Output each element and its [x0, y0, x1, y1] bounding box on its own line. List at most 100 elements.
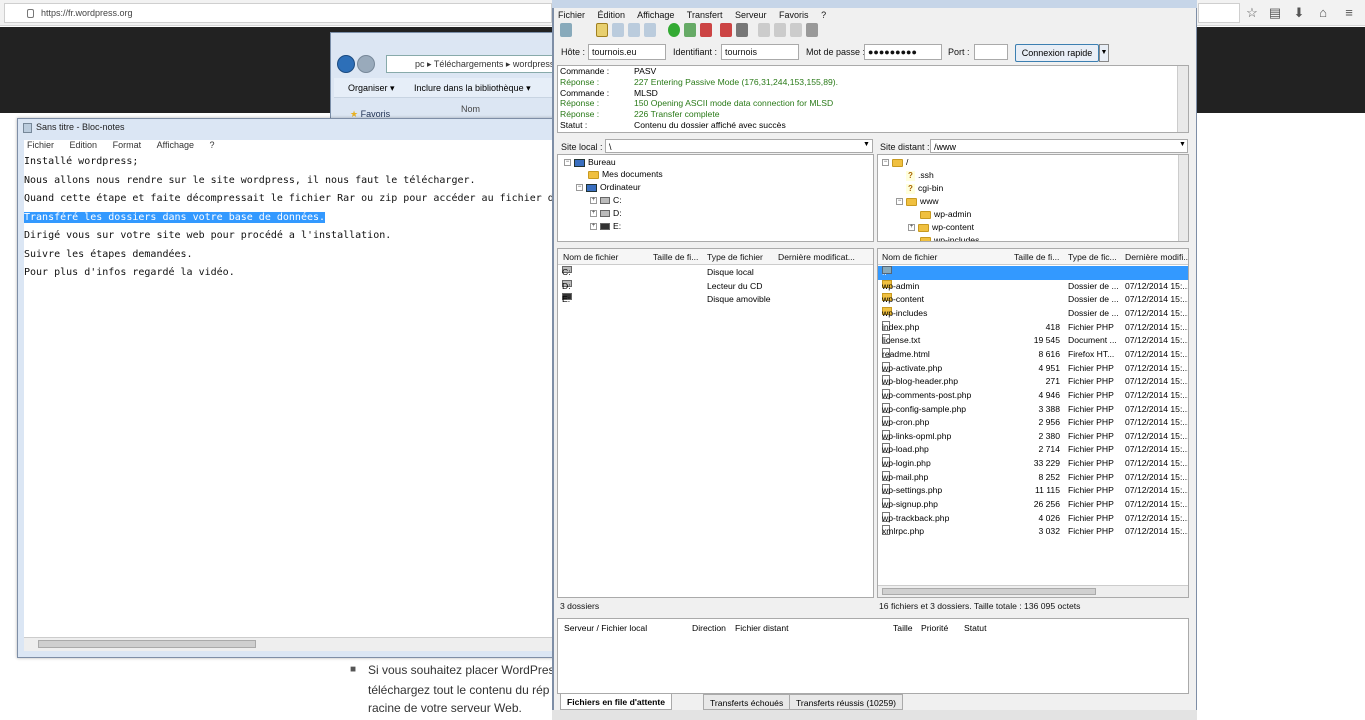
sync-browse-icon[interactable]: [790, 23, 802, 37]
list-item[interactable]: readme.html 8 616 Firefox HT... 07/12/2014 …: [878, 347, 1188, 362]
fz-menu-affichage[interactable]: Affichage: [637, 10, 674, 20]
scroll-thumb[interactable]: [882, 588, 1096, 595]
col-type[interactable]: Type de fic...: [1068, 252, 1117, 262]
reconnect-icon[interactable]: [736, 23, 748, 37]
notepad-text-area[interactable]: Installé wordpress; Nous allons nous ren…: [24, 153, 554, 637]
list-item[interactable]: wp-admin Dossier de ... 07/12/2014 15:...: [878, 279, 1188, 294]
chevron-down-icon[interactable]: ▼: [863, 141, 870, 148]
explorer-breadcrumb[interactable]: pc ▸ Téléchargements ▸ wordpress: [386, 55, 556, 73]
disconnect-icon[interactable]: [720, 23, 732, 37]
list-item[interactable]: wp-signup.php 26 256 Fichier PHP 07/12/2014…: [878, 498, 1188, 512]
list-item[interactable]: wp-includes Dossier de ... 07/12/2014 15:.…: [878, 306, 1188, 321]
list-item[interactable]: wp-content Dossier de ... 07/12/2014 15:..…: [878, 293, 1188, 307]
user-input[interactable]: tournois: [721, 44, 799, 60]
list-item[interactable]: E: Disque amovible: [558, 293, 873, 307]
col-filename[interactable]: Nom de fichier: [563, 252, 618, 262]
list-item[interactable]: wp-settings.php 11 115 Fichier PHP 07/12/20…: [878, 484, 1188, 498]
fz-menu-edition[interactable]: Édition: [598, 10, 626, 20]
queue-col-direction[interactable]: Direction: [692, 623, 726, 633]
list-item[interactable]: wp-cron.php 2 956 Fichier PHP 07/12/2014 15…: [878, 416, 1188, 430]
tree-node-documents[interactable]: Mes documents: [588, 168, 663, 180]
col-filename[interactable]: Nom de fichier: [882, 252, 937, 262]
tree-node-wp-admin[interactable]: wp-admin: [920, 208, 971, 220]
notepad-horizontal-scrollbar[interactable]: [24, 637, 554, 651]
queue-col-priority[interactable]: Priorité: [921, 623, 948, 633]
log-scrollbar[interactable]: [1177, 66, 1188, 132]
tree-node-e[interactable]: + E:: [590, 220, 621, 232]
tab-failed-transfers[interactable]: Transferts échoués: [703, 694, 791, 710]
list-item[interactable]: wp-load.php 2 714 Fichier PHP 07/12/2014 15…: [878, 443, 1188, 457]
notepad-menu-format[interactable]: Format: [110, 140, 142, 150]
queue-col-size[interactable]: Taille: [893, 623, 913, 633]
site-manager-icon[interactable]: [560, 23, 572, 37]
filter-icon[interactable]: [758, 23, 770, 37]
fz-menu-fichier[interactable]: Fichier: [558, 10, 585, 20]
list-item[interactable]: wp-activate.php 4 951 Fichier PHP 07/12/201…: [878, 361, 1188, 376]
quickconnect-dropdown[interactable]: ▼: [1099, 44, 1109, 62]
notepad-menu-affichage[interactable]: Affichage: [154, 140, 194, 150]
tree-node-www[interactable]: − www: [896, 195, 939, 207]
list-item[interactable]: wp-mail.php 8 252 Fichier PHP 07/12/2014 15…: [878, 470, 1188, 485]
queue-col-server[interactable]: Serveur / Fichier local: [564, 623, 647, 633]
list-item[interactable]: xmlrpc.php 3 032 Fichier PHP 07/12/2014 15:…: [878, 525, 1188, 539]
home-icon[interactable]: ⌂: [1314, 4, 1332, 22]
back-arrow-icon[interactable]: [337, 55, 355, 73]
cancel-icon[interactable]: [700, 23, 712, 37]
reading-list-icon[interactable]: ▤: [1266, 4, 1284, 22]
forward-arrow-icon[interactable]: [357, 55, 375, 73]
refresh-icon[interactable]: [668, 23, 680, 37]
tree-node-wp-content[interactable]: + wp-content: [908, 221, 974, 233]
remote-path-input[interactable]: /www: [930, 139, 1188, 153]
process-queue-icon[interactable]: [684, 23, 696, 37]
list-item[interactable]: C: Disque local: [558, 266, 873, 280]
col-size[interactable]: Taille de fi...: [1014, 252, 1059, 262]
list-item[interactable]: wp-config-sample.php 3 388 Fichier PHP 07/1…: [878, 402, 1188, 417]
col-size[interactable]: Taille de fi...: [653, 252, 698, 262]
tree-node-wp-includes[interactable]: wp-includes: [920, 234, 979, 241]
list-item[interactable]: D: Lecteur du CD: [558, 279, 873, 294]
download-icon[interactable]: ⬇: [1290, 4, 1308, 22]
tab-successful-transfers[interactable]: Transferts réussis (10259): [789, 694, 903, 710]
list-item[interactable]: index.php 418 Fichier PHP 07/12/2014 15:...: [878, 320, 1188, 335]
toggle-log-icon[interactable]: [596, 23, 608, 37]
notepad-menu-help[interactable]: ?: [207, 140, 215, 150]
menu-icon[interactable]: ≡: [1340, 4, 1358, 22]
organize-button[interactable]: Organiser ▾: [348, 83, 395, 94]
toggle-local-tree-icon[interactable]: [612, 23, 624, 37]
list-item-parent-dir[interactable]: ..: [878, 266, 1188, 280]
search-box[interactable]: [1198, 3, 1240, 23]
tree-node-c[interactable]: + C:: [590, 194, 622, 206]
tree-node-root[interactable]: − /: [882, 156, 908, 168]
include-library-button[interactable]: Inclure dans la bibliothèque ▾: [414, 83, 531, 94]
col-type[interactable]: Type de fichier: [707, 252, 763, 262]
tree-node-ordinateur[interactable]: − Ordinateur: [576, 181, 641, 193]
remote-tree-scrollbar[interactable]: [1178, 155, 1188, 241]
host-input[interactable]: tournois.eu: [588, 44, 666, 60]
tree-node-bureau[interactable]: − Bureau: [564, 156, 616, 168]
address-bar[interactable]: https://fr.wordpress.org: [4, 3, 552, 23]
local-path-input[interactable]: \: [605, 139, 873, 153]
fz-menu-favoris[interactable]: Favoris: [779, 10, 809, 20]
col-modified[interactable]: Dernière modifi...: [1125, 252, 1188, 262]
notepad-menu-edition[interactable]: Edition: [67, 140, 98, 150]
scroll-thumb[interactable]: [38, 640, 256, 648]
queue-col-status[interactable]: Statut: [964, 623, 986, 633]
list-item[interactable]: wp-comments-post.php 4 946 Fichier PHP 07/1…: [878, 388, 1188, 403]
fz-menu-serveur[interactable]: Serveur: [735, 10, 767, 20]
col-modified[interactable]: Dernière modificat...: [778, 252, 855, 262]
explorer-col-name[interactable]: Nom: [461, 104, 480, 114]
tree-node-d[interactable]: + D:: [590, 207, 622, 219]
toggle-queue-icon[interactable]: [644, 23, 656, 37]
find-icon[interactable]: [806, 23, 818, 37]
notepad-menu-fichier[interactable]: Fichier: [24, 140, 54, 150]
toggle-remote-tree-icon[interactable]: [628, 23, 640, 37]
list-item[interactable]: wp-links-opml.php 2 380 Fichier PHP 07/12/2…: [878, 429, 1188, 444]
remote-horizontal-scrollbar[interactable]: [878, 585, 1188, 597]
password-input[interactable]: ●●●●●●●●●: [864, 44, 942, 60]
port-input[interactable]: [974, 44, 1008, 60]
list-item[interactable]: license.txt 19 545 Document ... 07/12/2014 …: [878, 334, 1188, 348]
tree-node-cgi-bin[interactable]: ? cgi-bin: [906, 182, 943, 194]
fz-menu-help[interactable]: ?: [821, 10, 826, 20]
list-item[interactable]: wp-login.php 33 229 Fichier PHP 07/12/2014 …: [878, 457, 1188, 471]
queue-col-remote[interactable]: Fichier distant: [735, 623, 789, 633]
